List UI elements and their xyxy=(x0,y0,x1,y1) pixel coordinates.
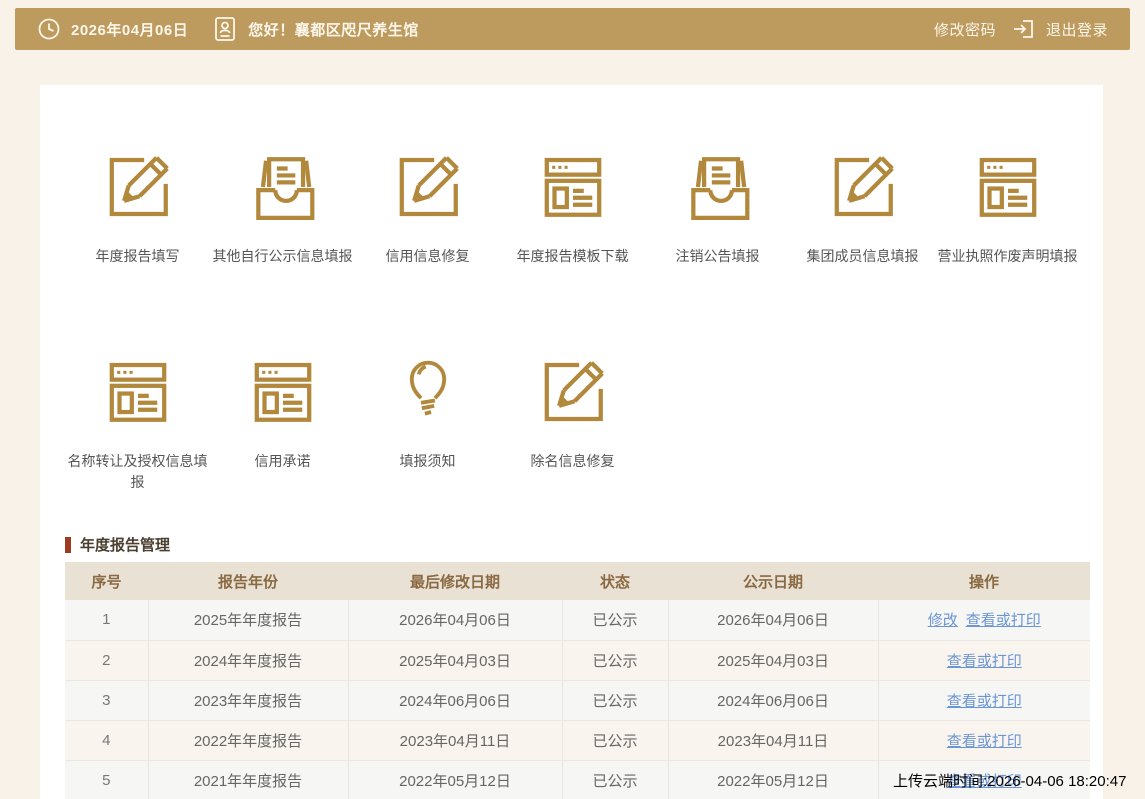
clock-icon xyxy=(38,18,60,40)
modify-link[interactable]: 修改 xyxy=(928,612,958,629)
module-grid-row2: 名称转让及授权信息填报 信用承诺 填报须知 除名信息修复 xyxy=(65,355,645,493)
module-credit-commitment[interactable]: 信用承诺 xyxy=(210,355,355,493)
edit-pencil-icon xyxy=(391,150,465,224)
module-filing-instructions[interactable]: 填报须知 xyxy=(355,355,500,493)
module-label: 除名信息修复 xyxy=(530,453,615,469)
logout-link[interactable]: 退出登录 xyxy=(1046,19,1108,40)
edit-pencil-icon xyxy=(826,150,900,224)
lightbulb-icon xyxy=(409,360,446,416)
col-header-seq: 序号 xyxy=(65,562,148,600)
col-header-actions: 操作 xyxy=(878,562,1090,600)
inbox-document-icon xyxy=(246,150,320,224)
module-annual-report-fill[interactable]: 年度报告填写 xyxy=(65,150,210,267)
col-header-published: 公示日期 xyxy=(668,562,878,600)
cell-published: 2022年05月12日 xyxy=(667,760,878,799)
annual-report-table: 序号 报告年份 最后修改日期 状态 公示日期 操作 1 2025年年度报告 20… xyxy=(65,562,1090,799)
browser-window-icon xyxy=(536,150,610,224)
module-credit-repair[interactable]: 信用信息修复 xyxy=(355,150,500,267)
module-name-transfer-auth[interactable]: 名称转让及授权信息填报 xyxy=(65,355,210,493)
cell-status: 已公示 xyxy=(561,640,668,681)
module-label: 集团成员信息填报 xyxy=(806,248,919,264)
view-print-link[interactable]: 查看或打印 xyxy=(947,733,1022,750)
cell-year: 2022年年度报告 xyxy=(147,720,348,761)
view-print-link[interactable]: 查看或打印 xyxy=(947,653,1022,670)
cell-seq: 4 xyxy=(65,720,148,761)
topbar: 2026年04月06日 您好！襄都区咫尺养生馆 修改密码 退出登录 xyxy=(15,8,1130,50)
cell-actions: 查看或打印 xyxy=(877,640,1090,681)
col-header-modified: 最后修改日期 xyxy=(348,562,562,600)
table-row: 1 2025年年度报告 2026年04月06日 已公示 2026年04月06日 … xyxy=(65,600,1090,641)
view-print-link[interactable]: 查看或打印 xyxy=(966,612,1041,629)
browser-window-icon xyxy=(101,355,175,429)
cell-status: 已公示 xyxy=(561,600,668,641)
browser-window-icon xyxy=(246,355,320,429)
cell-actions: 查看或打印 xyxy=(877,720,1090,761)
module-label: 注销公告填报 xyxy=(675,248,760,264)
module-label: 营业执照作废声明填报 xyxy=(937,248,1078,264)
logout-button[interactable] xyxy=(1012,17,1036,41)
change-password-link[interactable]: 修改密码 xyxy=(934,19,996,40)
cell-published: 2026年04月06日 xyxy=(667,600,878,641)
cell-year: 2023年年度报告 xyxy=(147,680,348,721)
upload-cloud-timestamp: 上传云端时间:2026-04-06 18:20:47 xyxy=(893,773,1127,790)
cell-actions: 修改 查看或打印 xyxy=(877,600,1090,641)
table-row: 2 2024年年度报告 2025年04月03日 已公示 2025年04月03日 … xyxy=(65,640,1090,681)
cell-seq: 5 xyxy=(65,760,148,799)
inbox-document-icon xyxy=(681,150,755,224)
cell-status: 已公示 xyxy=(561,680,668,721)
annual-report-section-title: 年度报告管理 xyxy=(65,534,170,555)
module-license-invalid-declaration[interactable]: 营业执照作废声明填报 xyxy=(935,150,1080,267)
cell-modified: 2022年05月12日 xyxy=(347,760,562,799)
user-badge-icon xyxy=(215,17,236,41)
section-title-text: 年度报告管理 xyxy=(80,537,171,554)
logout-icon xyxy=(1013,20,1033,38)
module-other-publicity-info[interactable]: 其他自行公示信息填报 xyxy=(210,150,355,267)
cell-actions: 查看或打印 xyxy=(877,680,1090,721)
table-row: 4 2022年年度报告 2023年04月11日 已公示 2023年04月11日 … xyxy=(65,720,1090,761)
module-label: 信用承诺 xyxy=(254,453,311,469)
module-label: 其他自行公示信息填报 xyxy=(212,248,353,264)
view-print-link[interactable]: 查看或打印 xyxy=(947,693,1022,710)
cell-published: 2025年04月03日 xyxy=(667,640,878,681)
browser-window-icon xyxy=(971,150,1045,224)
cell-status: 已公示 xyxy=(561,760,668,799)
greeting-text: 您好！襄都区咫尺养生馆 xyxy=(248,21,419,39)
module-label: 填报须知 xyxy=(399,453,456,469)
module-label: 名称转让及授权信息填报 xyxy=(67,453,208,490)
cell-seq: 1 xyxy=(65,600,148,641)
col-header-status: 状态 xyxy=(562,562,668,600)
cell-published: 2023年04月11日 xyxy=(667,720,878,761)
edit-pencil-icon xyxy=(101,150,175,224)
module-label: 年度报告填写 xyxy=(95,248,180,264)
cell-year: 2021年年度报告 xyxy=(147,760,348,799)
edit-pencil-icon xyxy=(536,355,610,429)
title-accent-bar xyxy=(65,536,71,553)
cell-modified: 2025年04月03日 xyxy=(347,640,562,681)
module-report-template-download[interactable]: 年度报告模板下载 xyxy=(500,150,645,267)
cell-modified: 2026年04月06日 xyxy=(347,600,562,641)
cell-published: 2024年06月06日 xyxy=(667,680,878,721)
current-date: 2026年04月06日 xyxy=(71,21,189,39)
cell-year: 2024年年度报告 xyxy=(147,640,348,681)
module-group-member-info[interactable]: 集团成员信息填报 xyxy=(790,150,935,267)
table-row: 3 2023年年度报告 2024年06月06日 已公示 2024年06月06日 … xyxy=(65,680,1090,721)
cell-seq: 2 xyxy=(65,640,148,681)
cell-modified: 2023年04月11日 xyxy=(347,720,562,761)
module-removal-info-repair[interactable]: 除名信息修复 xyxy=(500,355,645,493)
cell-seq: 3 xyxy=(65,680,148,721)
module-cancellation-notice[interactable]: 注销公告填报 xyxy=(645,150,790,267)
module-label: 年度报告模板下载 xyxy=(516,248,629,264)
main-panel: 年度报告填写 其他自行公示信息填报 信用信息修复 年度报告模板下载 注销公告填报… xyxy=(40,85,1103,799)
module-label: 信用信息修复 xyxy=(385,248,470,264)
table-header-row: 序号 报告年份 最后修改日期 状态 公示日期 操作 xyxy=(65,562,1090,600)
cell-modified: 2024年06月06日 xyxy=(347,680,562,721)
cell-year: 2025年年度报告 xyxy=(147,600,348,641)
module-grid-row1: 年度报告填写 其他自行公示信息填报 信用信息修复 年度报告模板下载 注销公告填报… xyxy=(65,150,1080,267)
col-header-year: 报告年份 xyxy=(148,562,348,600)
cell-status: 已公示 xyxy=(561,720,668,761)
